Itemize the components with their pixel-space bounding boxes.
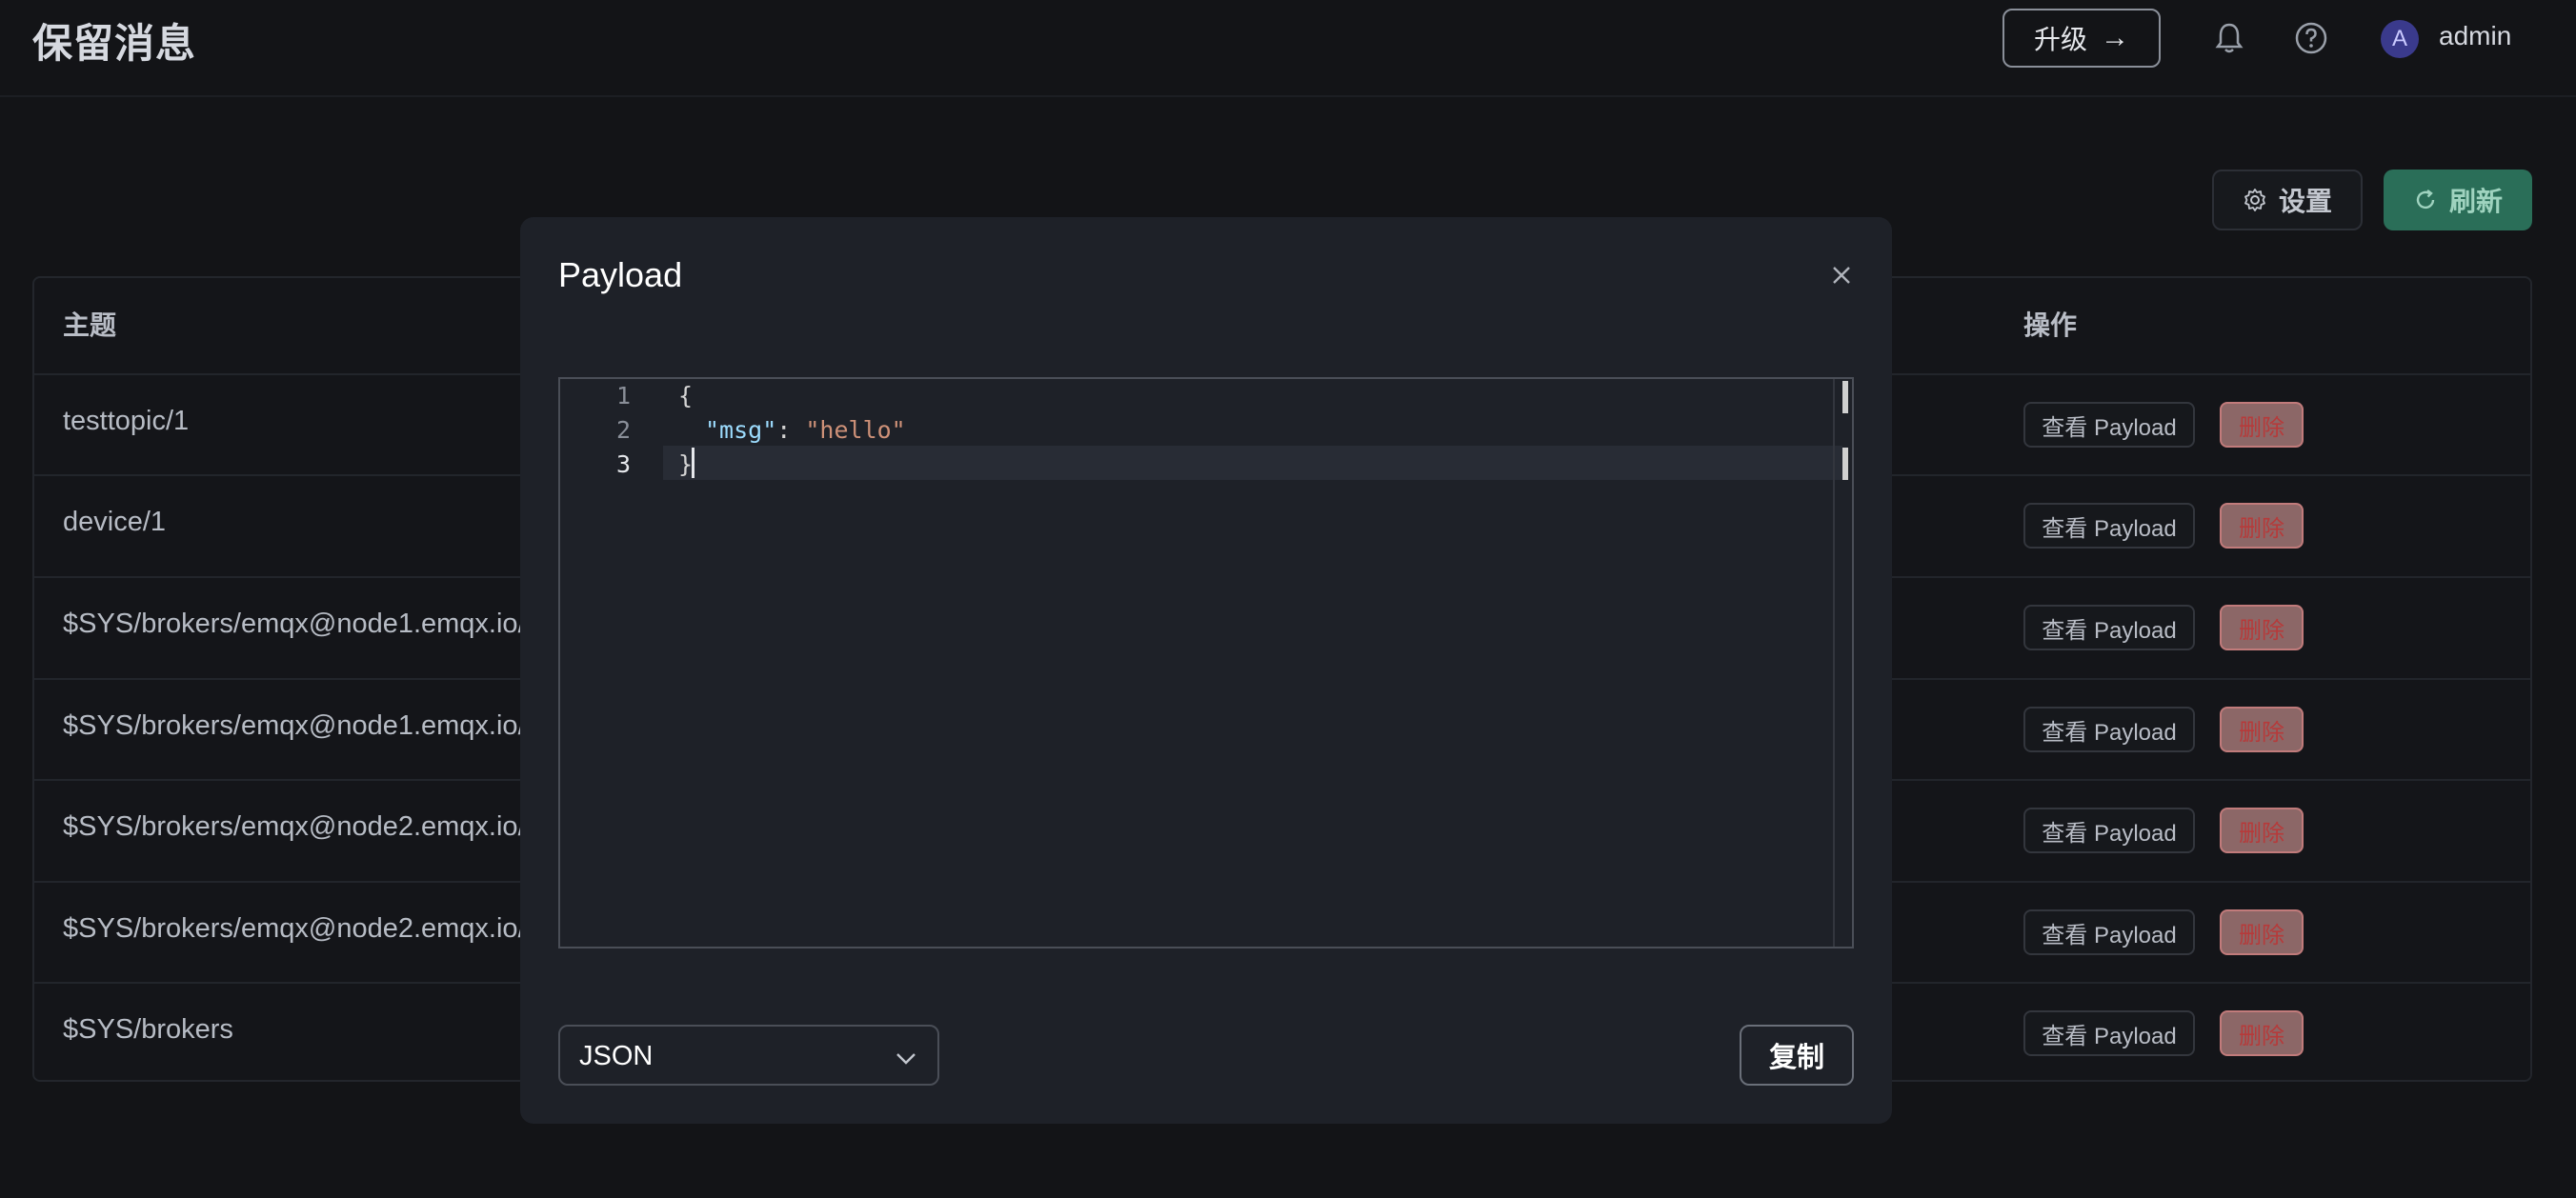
column-header-topic: 主题 bbox=[63, 310, 117, 340]
arrow-right-icon: → bbox=[2101, 22, 2129, 53]
page-title: 保留消息 bbox=[32, 21, 197, 66]
payload-code-editor[interactable]: 1 2 3 { "msg": "hello" } bbox=[558, 377, 1854, 948]
chevron-down-icon bbox=[896, 1053, 916, 1065]
code-brace-close: } bbox=[678, 450, 694, 478]
line-number: 1 bbox=[615, 382, 631, 409]
view-payload-button[interactable]: 查看 Payload bbox=[2023, 707, 2195, 752]
settings-label: 设置 bbox=[2278, 187, 2332, 216]
topic-cell: $SYS/brokers/emqx@node2.emqx.io/s bbox=[63, 913, 540, 944]
delete-button[interactable]: 删除 bbox=[2220, 707, 2304, 752]
close-icon[interactable] bbox=[1825, 259, 1858, 291]
settings-button[interactable]: 设置 bbox=[2212, 170, 2363, 230]
upgrade-label: 升级 bbox=[2033, 25, 2087, 54]
upgrade-button[interactable]: 升级 → bbox=[2002, 9, 2161, 68]
delete-button[interactable]: 删除 bbox=[2220, 402, 2304, 448]
scrollbar-mark bbox=[1842, 448, 1848, 480]
payload-dialog: Payload 1 2 3 { "msg": "hello" } JSON 复制 bbox=[520, 217, 1892, 1124]
help-icon[interactable] bbox=[2292, 19, 2330, 57]
view-payload-button[interactable]: 查看 Payload bbox=[2023, 402, 2195, 448]
delete-button[interactable]: 删除 bbox=[2220, 808, 2304, 853]
code-line-3: } bbox=[678, 450, 693, 478]
copy-button[interactable]: 复制 bbox=[1740, 1025, 1854, 1086]
delete-button[interactable]: 删除 bbox=[2220, 1010, 2304, 1056]
topic-cell: $SYS/brokers/emqx@node1.emqx.io/v bbox=[63, 609, 540, 639]
avatar[interactable]: A bbox=[2381, 20, 2419, 58]
format-select-value: JSON bbox=[579, 1041, 654, 1071]
column-header-actions: 操作 bbox=[2023, 310, 2078, 340]
line-number: 3 bbox=[615, 450, 631, 478]
refresh-label: 刷新 bbox=[2448, 187, 2503, 216]
view-payload-button[interactable]: 查看 Payload bbox=[2023, 808, 2195, 853]
code-colon: : bbox=[776, 416, 806, 444]
code-string: "hello" bbox=[805, 416, 906, 444]
code-line-1: { bbox=[678, 382, 693, 409]
active-line-highlight bbox=[663, 446, 1842, 480]
top-header: 保留消息 升级 → A admin bbox=[0, 0, 2576, 97]
view-payload-button[interactable]: 查看 Payload bbox=[2023, 503, 2195, 549]
topic-cell: $SYS/brokers/emqx@node1.emqx.io/s bbox=[63, 710, 540, 741]
view-payload-button[interactable]: 查看 Payload bbox=[2023, 605, 2195, 650]
dialog-title: Payload bbox=[558, 255, 683, 294]
line-number: 2 bbox=[615, 416, 631, 444]
delete-button[interactable]: 删除 bbox=[2220, 605, 2304, 650]
view-payload-button[interactable]: 查看 Payload bbox=[2023, 1010, 2195, 1056]
code-line-2: "msg": "hello" bbox=[705, 416, 906, 444]
topic-cell: device/1 bbox=[63, 507, 167, 537]
scrollbar-mark bbox=[1842, 381, 1848, 413]
view-payload-button[interactable]: 查看 Payload bbox=[2023, 909, 2195, 955]
topic-cell: $SYS/brokers bbox=[63, 1014, 233, 1045]
format-select[interactable]: JSON bbox=[558, 1025, 939, 1086]
code-key: "msg" bbox=[705, 416, 777, 444]
delete-button[interactable]: 删除 bbox=[2220, 503, 2304, 549]
bell-icon[interactable] bbox=[2210, 19, 2248, 57]
code-brace-open: { bbox=[678, 382, 694, 409]
topic-cell: testtopic/1 bbox=[63, 406, 190, 436]
editor-ruler bbox=[1833, 379, 1835, 947]
refresh-icon bbox=[2416, 190, 2435, 210]
gear-icon bbox=[2244, 189, 2265, 211]
username[interactable]: admin bbox=[2439, 21, 2511, 51]
refresh-button[interactable]: 刷新 bbox=[2384, 170, 2532, 230]
text-cursor bbox=[692, 448, 694, 478]
delete-button[interactable]: 删除 bbox=[2220, 909, 2304, 955]
topic-cell: $SYS/brokers/emqx@node2.emqx.io/v bbox=[63, 811, 540, 842]
